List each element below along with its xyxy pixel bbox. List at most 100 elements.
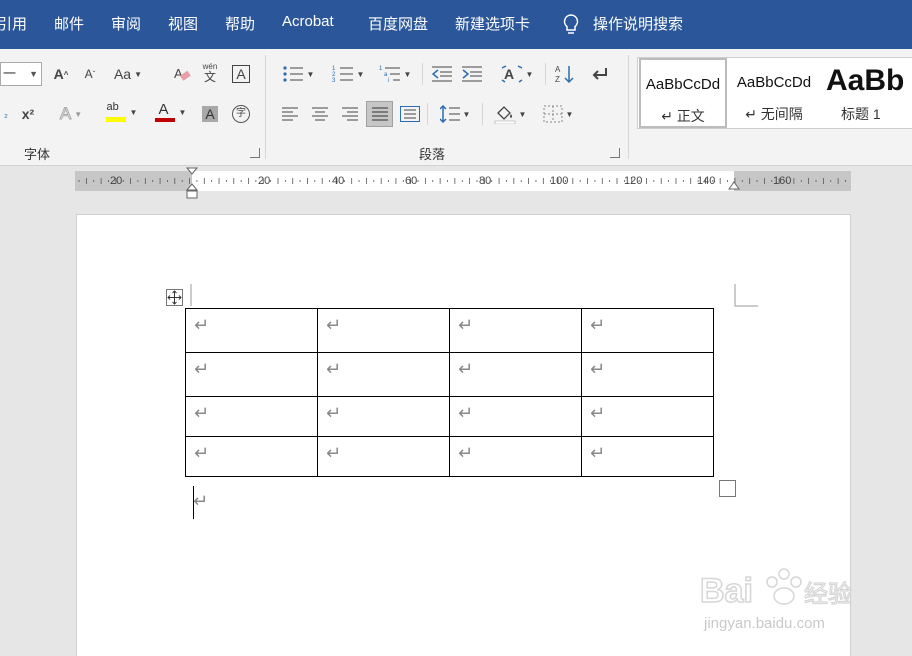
table-cell[interactable]: ↵	[317, 352, 450, 397]
table-cell[interactable]: ↵	[449, 352, 582, 397]
align-center-icon	[312, 107, 328, 121]
bullet-list-icon	[282, 66, 303, 82]
paragraph-mark-icon	[592, 68, 607, 80]
font-dialog-launcher-icon[interactable]	[250, 148, 260, 158]
table-row: ↵ ↵ ↵ ↵	[185, 352, 714, 397]
align-left-icon	[282, 107, 298, 121]
increase-indent-icon	[462, 66, 482, 82]
phonetic-guide-button[interactable]: wén 文	[198, 61, 222, 83]
text-effects-icon: A	[59, 104, 72, 124]
distributed-button[interactable]	[398, 103, 422, 125]
table-move-handle[interactable]	[166, 289, 183, 306]
align-right-button[interactable]	[338, 103, 362, 125]
svg-text:Z: Z	[555, 75, 560, 84]
character-shading-button[interactable]: A	[198, 103, 222, 125]
change-case-icon: Aa	[113, 66, 132, 82]
tab-help[interactable]: 帮助	[225, 13, 255, 34]
table-cell[interactable]: ↵	[185, 352, 318, 397]
text-effects-button[interactable]: A ▼	[53, 103, 89, 125]
paragraph-mark: ↵	[590, 315, 606, 335]
paragraph-mark: ↵	[194, 359, 210, 379]
tab-view[interactable]: 视图	[168, 13, 198, 34]
align-left-button[interactable]	[278, 103, 302, 125]
font-color-icon: A	[154, 101, 176, 123]
font-name-dropdown[interactable]: 一 ▼	[0, 62, 42, 86]
ruler-label: 20	[110, 175, 123, 187]
tab-acrobat[interactable]: Acrobat	[282, 13, 334, 30]
multilevel-list-button[interactable]: 1 a i ▼	[375, 63, 415, 85]
style-normal[interactable]: AaBbCcDd ↵ 正文	[639, 58, 727, 128]
paragraph-group-label: 段落	[419, 147, 446, 162]
ruler-label: 20	[258, 175, 271, 187]
table-cell[interactable]: ↵	[581, 352, 714, 397]
increase-indent-button[interactable]	[460, 63, 484, 85]
ruler-label: 40	[332, 175, 345, 187]
paint-bucket-icon	[494, 106, 515, 124]
ruler-label: 80	[479, 175, 492, 187]
style-no-spacing[interactable]: AaBbCcDd ↵ 无间隔	[730, 58, 818, 128]
clear-formatting-button[interactable]: A	[170, 63, 194, 85]
paragraph-mark: ↵	[590, 403, 606, 423]
line-spacing-button[interactable]: ▼	[435, 103, 475, 125]
highlighter-icon: ab	[105, 101, 127, 123]
table-cell[interactable]: ↵	[449, 396, 582, 437]
decrease-indent-button[interactable]	[430, 63, 454, 85]
numbering-button[interactable]: 1 2 3 ▼	[328, 63, 368, 85]
character-border-button[interactable]: A	[229, 63, 253, 85]
phonetic-guide-char: 文	[203, 70, 216, 84]
align-center-button[interactable]	[308, 103, 332, 125]
bullets-button[interactable]: ▼	[278, 63, 318, 85]
font-color-button[interactable]: A ▼	[150, 101, 190, 123]
table-cell[interactable]: ↵	[449, 308, 582, 353]
tab-new-tab[interactable]: 新建选项卡	[455, 13, 530, 34]
text-highlight-button[interactable]: ab ▼	[101, 101, 141, 123]
chinese-layout-icon: A	[501, 65, 522, 83]
superscript-icon: x²	[21, 106, 35, 122]
table-cell[interactable]: ↵	[185, 396, 318, 437]
paragraph-dialog-launcher-icon[interactable]	[610, 148, 620, 158]
tab-baidu-netdisk[interactable]: 百度网盘	[368, 13, 428, 34]
paragraph-mark: ↵	[458, 403, 474, 423]
paragraph-mark: ↵	[458, 315, 474, 335]
tab-mailings[interactable]: 邮件	[54, 13, 84, 34]
tab-review[interactable]: 审阅	[111, 13, 141, 34]
grow-font-button[interactable]: A ^	[49, 63, 73, 85]
svg-text:i: i	[388, 78, 389, 83]
chinese-layout-button[interactable]: A ▼	[497, 63, 537, 85]
justify-button[interactable]	[366, 101, 393, 127]
table-cell[interactable]: ↵	[185, 308, 318, 353]
table-cell[interactable]: ↵	[317, 308, 450, 353]
change-case-button[interactable]: Aa ▼	[113, 63, 143, 85]
ruler-label: 100	[550, 175, 569, 187]
table-cell[interactable]: ↵	[581, 396, 714, 437]
table-cell[interactable]: ↵	[581, 436, 714, 477]
borders-button[interactable]: ▼	[538, 103, 578, 125]
show-hide-marks-button[interactable]	[587, 63, 611, 85]
shrink-font-button[interactable]: Aˇ	[78, 63, 102, 85]
sort-button[interactable]: AZ	[553, 63, 577, 85]
table-cell[interactable]: ↵	[317, 436, 450, 477]
right-indent-marker-icon[interactable]	[728, 181, 740, 193]
paragraph-mark: ↵	[458, 443, 474, 463]
table-cell[interactable]: ↵	[581, 308, 714, 353]
tab-references[interactable]: 引用	[0, 13, 27, 34]
borders-icon	[543, 105, 563, 123]
document-table[interactable]: ↵ ↵ ↵ ↵ ↵ ↵ ↵ ↵ ↵ ↵ ↵ ↵ ↵ ↵ ↵ ↵	[185, 308, 714, 477]
style-sample: AaBb	[826, 64, 905, 97]
table-resize-handle[interactable]	[719, 480, 736, 497]
table-cell[interactable]: ↵	[449, 436, 582, 477]
indent-marker-icon[interactable]	[186, 167, 198, 200]
table-cell[interactable]: ↵	[185, 436, 318, 477]
shading-button[interactable]: ▼	[490, 103, 530, 125]
character-border-icon: A	[232, 65, 250, 83]
ruler-label: 140	[697, 175, 716, 187]
baidu-watermark-logo: Bai 经验	[700, 568, 853, 611]
ribbon-tab-bar: 引用 邮件 审阅 视图 帮助 Acrobat 百度网盘 新建选项卡 操作说明搜索	[0, 0, 912, 49]
style-heading-1[interactable]: AaBb 标题 1	[822, 58, 912, 128]
watermark-url: jingyan.baidu.com	[704, 615, 825, 632]
tell-me-search[interactable]: 操作说明搜索	[593, 13, 683, 34]
superscript-button[interactable]: x²	[16, 103, 40, 125]
enclose-characters-button[interactable]: 字	[229, 103, 253, 125]
table-cell[interactable]: ↵	[317, 396, 450, 437]
distributed-icon	[400, 106, 420, 122]
